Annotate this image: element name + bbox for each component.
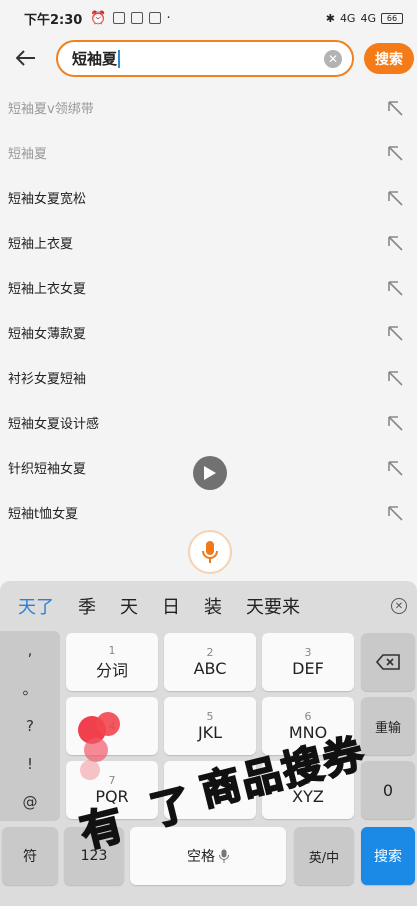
suggestion-label: 短袖女薄款夏 bbox=[8, 327, 87, 342]
signal-icon: 4G bbox=[360, 11, 376, 25]
suggestion-item[interactable]: 短袖女薄款夏 bbox=[0, 310, 417, 355]
suggestion-label: 短袖上衣夏 bbox=[8, 237, 74, 252]
clear-icon[interactable]: ✕ bbox=[324, 49, 342, 68]
key-3[interactable]: 3 DEF bbox=[262, 633, 354, 691]
fill-query-arrow-icon[interactable] bbox=[387, 235, 403, 251]
suggestion-label: 短袖t恤女夏 bbox=[8, 507, 79, 522]
suggestion-label: 针织短袖女夏 bbox=[8, 462, 87, 477]
punctuation-key[interactable]: ? bbox=[0, 707, 60, 745]
battery-icon: 66 bbox=[381, 12, 403, 24]
bluetooth-icon: ✱ bbox=[325, 11, 335, 25]
suggestion-label: 短袖夏 bbox=[8, 147, 48, 162]
candidate-word[interactable]: 天了 bbox=[18, 593, 54, 619]
microphone-icon[interactable] bbox=[188, 530, 232, 574]
punctuation-key[interactable]: , bbox=[0, 631, 60, 669]
suggestion-item[interactable]: 短袖女夏宽松 bbox=[0, 175, 417, 220]
punctuation-key[interactable]: ! bbox=[0, 745, 60, 783]
enter-label: 搜索 bbox=[374, 849, 402, 865]
enter-search-key[interactable]: 搜索 bbox=[361, 827, 415, 885]
key-number: 1 bbox=[108, 643, 116, 657]
candidate-word[interactable]: 日 bbox=[162, 593, 180, 619]
fill-query-arrow-icon[interactable] bbox=[387, 325, 403, 341]
search-header: 短袖夏 ✕ 搜索 bbox=[0, 36, 417, 82]
fill-query-arrow-icon[interactable] bbox=[387, 415, 403, 431]
suggestion-label: 短袖女夏设计感 bbox=[8, 417, 100, 432]
symbol-label: 符 bbox=[23, 849, 37, 865]
key-letters: DEF bbox=[292, 659, 324, 678]
suggestion-label: 短袖夏v领绑带 bbox=[8, 102, 94, 117]
app-notification-icon bbox=[130, 12, 143, 24]
notification-icons: ⏰ · bbox=[90, 11, 170, 26]
back-arrow-icon[interactable] bbox=[12, 44, 40, 72]
suggestion-item[interactable]: 短袖夏v领绑带 bbox=[0, 85, 417, 130]
fill-query-arrow-icon[interactable] bbox=[387, 280, 403, 296]
key-letters: 分词 bbox=[95, 660, 128, 680]
search-query: 短袖夏 bbox=[72, 50, 118, 68]
fill-query-arrow-icon[interactable] bbox=[387, 460, 403, 476]
candidate-word[interactable]: 天要来 bbox=[246, 593, 300, 619]
retype-key[interactable]: 重输 bbox=[361, 697, 415, 755]
retype-label: 重输 bbox=[374, 720, 401, 736]
suggestion-label: 衬衫女夏短袖 bbox=[8, 372, 87, 387]
candidate-word[interactable]: 天 bbox=[120, 593, 138, 619]
language-switch-key[interactable]: 英/中 bbox=[294, 827, 354, 885]
key-number: 3 bbox=[304, 646, 312, 659]
backspace-icon bbox=[376, 654, 400, 670]
close-candidates-icon[interactable]: ✕ bbox=[391, 598, 407, 614]
heart-sticker-icon bbox=[78, 712, 120, 780]
suggestion-item[interactable]: 短袖上衣夏 bbox=[0, 220, 417, 265]
suggestion-item[interactable]: 短袖t恤女夏 bbox=[0, 490, 417, 535]
symbol-key[interactable]: 符 bbox=[2, 827, 58, 885]
system-icons: ✱ 4G 4G 66 bbox=[326, 12, 403, 25]
language-label: 英/中 bbox=[308, 850, 340, 866]
suggestion-item[interactable]: 短袖女夏设计感 bbox=[0, 400, 417, 445]
space-label: 空格 bbox=[187, 849, 215, 865]
zero-label: 0 bbox=[382, 780, 394, 800]
zero-key[interactable]: 0 bbox=[361, 761, 415, 819]
suggestion-label: 短袖上衣女夏 bbox=[8, 282, 87, 297]
suggestion-label: 短袖女夏宽松 bbox=[8, 192, 87, 207]
signal-icon: 4G bbox=[339, 11, 356, 25]
punctuation-key[interactable]: @ bbox=[0, 783, 60, 821]
fill-query-arrow-icon[interactable] bbox=[387, 190, 403, 206]
punctuation-key[interactable]: 。 bbox=[0, 669, 60, 707]
app-notification-icon bbox=[112, 12, 125, 24]
fill-query-arrow-icon[interactable] bbox=[387, 370, 403, 386]
space-key[interactable]: 空格 bbox=[130, 827, 286, 885]
key-number: 5 bbox=[206, 710, 214, 723]
punctuation-column: ,。?! @ bbox=[0, 631, 60, 821]
candidate-word[interactable]: 季 bbox=[78, 593, 96, 619]
status-time: 下午2:30 bbox=[24, 12, 83, 28]
suggestion-item[interactable]: 短袖上衣女夏 bbox=[0, 265, 417, 310]
key-number: 6 bbox=[304, 710, 312, 723]
more-dot-icon: · bbox=[166, 10, 171, 26]
key-1[interactable]: 1 分词 bbox=[66, 633, 158, 691]
mic-small-icon bbox=[219, 849, 229, 863]
search-input[interactable]: 短袖夏 ✕ bbox=[56, 40, 354, 77]
play-icon[interactable] bbox=[193, 456, 227, 490]
suggestion-item[interactable]: 短袖夏 bbox=[0, 130, 417, 175]
fill-query-arrow-icon[interactable] bbox=[387, 100, 403, 116]
candidate-word[interactable]: 装 bbox=[204, 593, 222, 619]
backspace-key[interactable] bbox=[361, 633, 415, 691]
status-bar: 下午2:30 ⏰ · ✱ 4G 4G 66 bbox=[0, 0, 417, 36]
key-2[interactable]: 2 ABC bbox=[164, 633, 256, 691]
key-number: 2 bbox=[206, 646, 214, 659]
key-letters: JKL bbox=[197, 723, 223, 742]
fill-query-arrow-icon[interactable] bbox=[387, 505, 403, 521]
text-caret bbox=[118, 49, 121, 68]
alarm-icon: ⏰ bbox=[90, 10, 107, 26]
key-letters: ABC bbox=[193, 659, 227, 678]
app-notification-icon bbox=[148, 12, 161, 24]
suggestion-item[interactable]: 衬衫女夏短袖 bbox=[0, 355, 417, 400]
candidate-bar: 天了季天日装天要来 ✕ bbox=[0, 581, 417, 631]
key-5[interactable]: 5 JKL bbox=[164, 697, 256, 755]
search-button[interactable]: 搜索 bbox=[364, 43, 414, 74]
fill-query-arrow-icon[interactable] bbox=[387, 145, 403, 161]
